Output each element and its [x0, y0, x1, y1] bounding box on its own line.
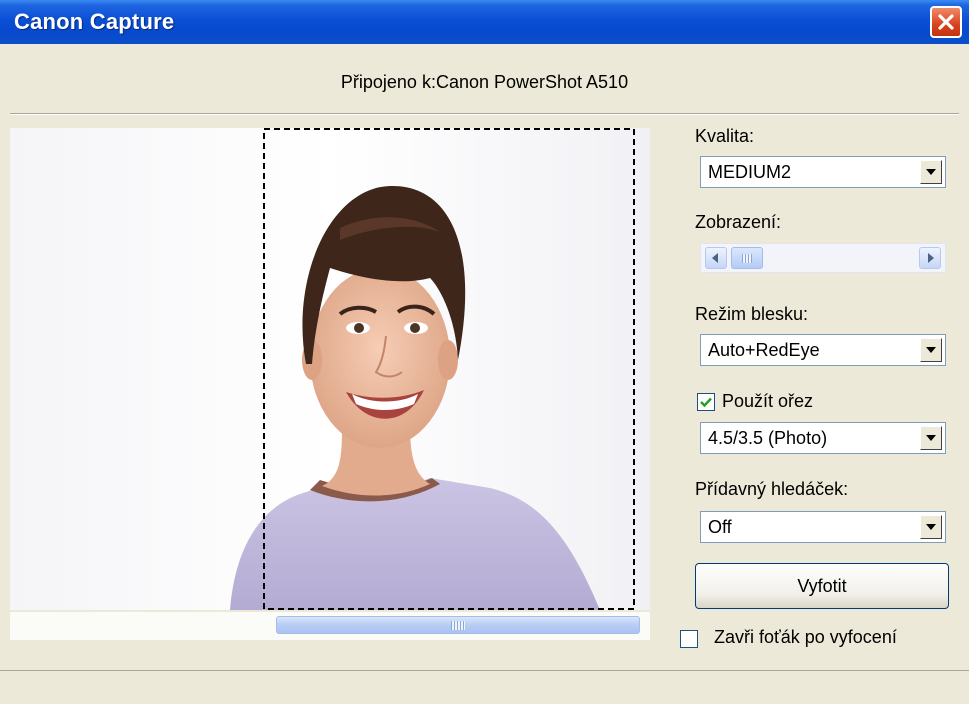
preview-photo [10, 128, 650, 610]
flash-select[interactable]: Auto+RedEye [700, 334, 946, 366]
viewfinder-select[interactable]: Off [700, 511, 946, 543]
chevron-down-icon[interactable] [920, 160, 942, 184]
close-button[interactable] [930, 6, 962, 38]
window-title: Canon Capture [14, 9, 175, 34]
zoom-thumb[interactable] [731, 247, 763, 269]
crop-value: 4.5/3.5 (Photo) [708, 428, 828, 448]
grip-icon [451, 621, 465, 630]
crop-select[interactable]: 4.5/3.5 (Photo) [700, 422, 946, 454]
divider [10, 113, 959, 115]
close-after-checkbox[interactable] [680, 630, 698, 648]
camera-preview [10, 128, 650, 610]
close-icon [938, 14, 954, 30]
quality-select[interactable]: MEDIUM2 [700, 156, 946, 188]
crop-checkbox[interactable] [697, 393, 715, 411]
checkmark-icon [700, 397, 712, 408]
scroll-right-icon[interactable] [919, 247, 941, 269]
viewfinder-value: Off [708, 517, 732, 537]
chevron-down-icon[interactable] [920, 515, 942, 539]
preview-horizontal-scrollbar[interactable] [10, 612, 650, 640]
scrollbar-thumb[interactable] [276, 616, 640, 634]
zoom-slider[interactable] [700, 243, 946, 273]
grip-icon [742, 254, 752, 263]
close-after-label: Zavři foťák po vyfocení [714, 627, 897, 647]
capture-button[interactable]: Vyfotit [695, 563, 949, 609]
viewfinder-label: Přídavný hledáček: [695, 479, 849, 499]
quality-label: Kvalita: [695, 126, 755, 146]
flash-value: Auto+RedEye [708, 340, 820, 360]
crop-label: Použít ořez [722, 391, 814, 411]
title-bar: Canon Capture [0, 0, 969, 44]
chevron-down-icon[interactable] [920, 426, 942, 450]
chevron-down-icon[interactable] [920, 338, 942, 362]
zoom-label: Zobrazení: [695, 212, 782, 232]
connection-status: Připojeno k:Canon PowerShot A510 [340, 72, 629, 92]
status-bar [0, 670, 969, 704]
quality-value: MEDIUM2 [708, 162, 792, 182]
scroll-left-icon[interactable] [705, 247, 727, 269]
flash-label: Režim blesku: [695, 304, 809, 324]
